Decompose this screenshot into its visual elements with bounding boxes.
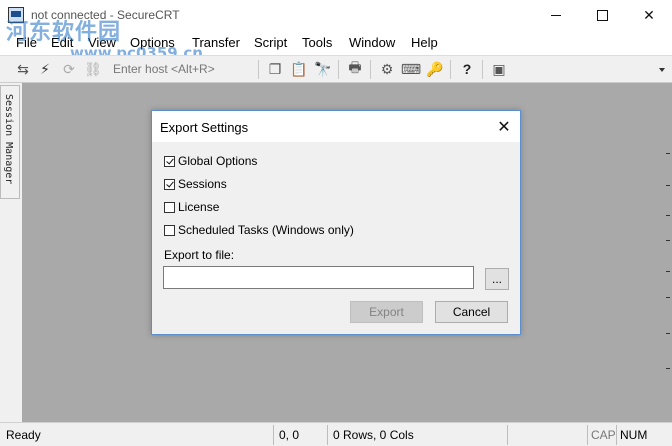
license-checkbox[interactable]: License [164,200,219,214]
checkbox-box[interactable] [164,178,175,190]
toolbar-separator [338,60,339,79]
maximize-button[interactable] [579,0,625,31]
status-cursor-position: 0, 0 [279,428,300,442]
dialog-close-button[interactable]: ✕ [492,115,516,139]
close-window-button[interactable]: ✕ [626,0,672,31]
checkbox-label: License [178,200,220,214]
reconnect-icon[interactable]: ⟳ [60,60,78,78]
host-input[interactable]: Enter host <Alt+R> [113,62,215,76]
toolbar-separator [482,60,483,79]
menu-options[interactable]: Options [130,35,175,50]
keymap-icon[interactable]: ⌨ [401,60,421,78]
menu-bar: File Edit View Options Transfer Script T… [0,31,672,55]
checkbox-box[interactable] [164,201,175,213]
status-separator [507,425,508,445]
toolbar-separator [450,60,451,79]
status-bar: Ready 0, 0 0 Rows, 0 Cols CAP NUM [0,422,672,446]
menu-file[interactable]: File [16,35,37,50]
find-icon[interactable]: 🔭 [314,60,332,78]
menu-view[interactable]: View [88,35,116,50]
help-icon[interactable]: ? [458,60,476,78]
title-bar: not connected - SecureCRT ✕ [0,0,672,31]
checkbox-label: Global Options [178,154,258,168]
toolbar: ⇆ ⚡ ⟳ ⛓ Enter host <Alt+R> ❐ 📋 🔭 🖶 ⚙ ⌨ 🔑… [0,55,672,83]
menu-script[interactable]: Script [254,35,287,50]
session-manager-label: Session Manager [3,94,14,185]
script-icon[interactable]: ▣ [490,60,508,78]
securecrt-app-icon[interactable] [8,7,24,23]
status-ready: Ready [6,428,41,442]
dialog-title: Export Settings [160,120,249,135]
minimize-icon [551,15,561,16]
checkbox-box[interactable] [164,155,175,167]
disconnect-icon[interactable]: ⛓ [84,60,102,78]
export-button[interactable]: Export [350,301,423,323]
session-manager-tab[interactable]: Session Manager [0,85,20,199]
cancel-button[interactable]: Cancel [435,301,508,323]
scheduled-tasks-checkbox[interactable]: Scheduled Tasks (Windows only) [164,223,354,237]
menu-window[interactable]: Window [349,35,395,50]
toolbar-separator [370,60,371,79]
status-caps-lock: CAP [591,428,616,442]
export-settings-dialog: Export Settings ✕ Global Options Session… [151,110,521,335]
menu-help[interactable]: Help [411,35,438,50]
menu-edit[interactable]: Edit [51,35,73,50]
maximize-icon [596,10,608,21]
status-num-lock: NUM [620,428,648,442]
browse-button[interactable]: ... [485,268,509,290]
checkbox-label: Sessions [178,177,227,191]
close-icon: ✕ [643,7,655,23]
window-title: not connected - SecureCRT [31,8,180,22]
status-separator [327,425,328,445]
quick-connect-icon[interactable]: ⚡ [36,60,54,78]
dialog-title-bar: Export Settings ✕ [152,111,520,142]
status-separator [616,425,617,445]
toolbar-overflow-arrow-icon[interactable] [659,68,665,72]
toolbar-separator [258,60,259,79]
key-icon[interactable]: 🔑 [426,60,444,78]
sessions-checkbox[interactable]: Sessions [164,177,227,191]
minimize-button[interactable] [533,0,579,31]
settings-icon[interactable]: ⚙ [378,60,396,78]
paste-icon[interactable]: 📋 [290,60,308,78]
scroll-markers [666,85,672,422]
menu-transfer[interactable]: Transfer [192,35,240,50]
close-icon: ✕ [497,119,511,136]
export-to-file-label: Export to file: [164,248,235,262]
copy-icon[interactable]: ❐ [266,60,284,78]
status-separator [587,425,588,445]
global-options-checkbox[interactable]: Global Options [164,154,257,168]
status-separator [273,425,274,445]
print-icon[interactable]: 🖶 [346,59,364,78]
connect-icon[interactable]: ⇆ [14,60,32,78]
status-dimensions: 0 Rows, 0 Cols [333,428,414,442]
export-file-input[interactable] [163,266,474,289]
menu-tools[interactable]: Tools [302,35,332,50]
checkbox-box[interactable] [164,224,175,236]
checkbox-label: Scheduled Tasks (Windows only) [178,223,354,237]
